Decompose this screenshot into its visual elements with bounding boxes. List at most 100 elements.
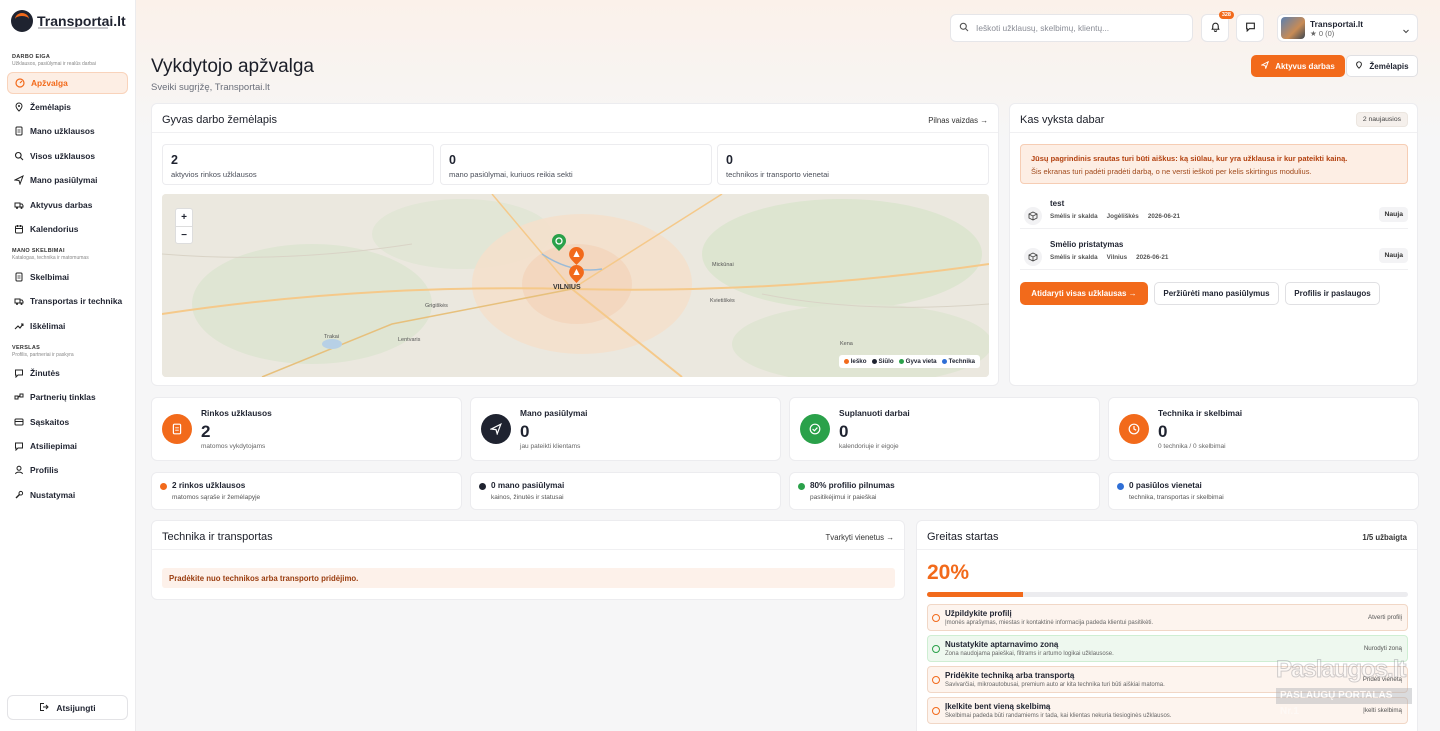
- profile-services-button[interactable]: Profilis ir paslaugos: [1285, 282, 1380, 305]
- sidebar-item-label: Žemėlapis: [30, 102, 71, 112]
- logout-label: Atsijungti: [56, 702, 96, 713]
- sidebar-item-transportas[interactable]: Transportas ir technika: [7, 290, 128, 312]
- sidebar-item-label: Profilis: [30, 465, 59, 475]
- info-alert: Jūsų pagrindinis srautas turi būti aišku…: [1020, 144, 1408, 184]
- active-work-label: Aktyvus darbas: [1275, 61, 1335, 71]
- section-subtitle: Profilis, partneriai ir paskyra: [12, 352, 74, 358]
- mini-title: 2 rinkos užklausos: [172, 481, 246, 490]
- task-action[interactable]: Nurodyti zoną: [1364, 645, 1402, 652]
- section-subtitle: Užklausos, pasiūlymai ir realūs darbai: [12, 61, 96, 67]
- kpi-title: Rinkos užklausos: [201, 408, 272, 418]
- task-title: Užpildykite profilį: [945, 609, 1012, 618]
- watermark-logo: Paslaugos.lt PASLAUGŲ PORTALAS Nr.1: [1276, 656, 1412, 717]
- empty-state: Pradėkite nuo technikos arba transporto …: [162, 568, 895, 588]
- request-place: Vilnius: [1106, 254, 1128, 261]
- task-title: Nustatykite aptarnavimo zoną: [945, 640, 1059, 649]
- bell-icon: [1210, 21, 1221, 35]
- check-circle-icon: [932, 614, 940, 622]
- sidebar-item-profilis[interactable]: Profilis: [7, 459, 128, 481]
- manage-units-link[interactable]: Tvarkyti vienetus →: [826, 533, 894, 542]
- legend-item: Ieško: [843, 358, 867, 365]
- sidebar-item-saskaitos[interactable]: Sąskaitos: [7, 411, 128, 433]
- sidebar-item-aktyvus-darbas[interactable]: Aktyvus darbas: [7, 194, 128, 216]
- request-date: 2026-06-21: [1147, 213, 1181, 220]
- messages-button[interactable]: [1236, 14, 1264, 42]
- task-item[interactable]: Užpildykite profilį Įmonės aprašymas, mi…: [927, 604, 1408, 631]
- progress-bar-fill: [927, 592, 1024, 597]
- kpi-card: Technika ir skelbimai 0 0 technika / 0 s…: [1108, 397, 1419, 461]
- task-subtitle: Įmonės aprašymas, miestas ir kontaktinė …: [945, 620, 1154, 626]
- mini-subtitle: pasitikėjimui ir paieškai: [810, 494, 877, 501]
- task-action[interactable]: Atverti profilį: [1368, 614, 1402, 621]
- request-row[interactable]: test Smėlis ir skalda Jogėliškės 2026-06…: [1020, 199, 1408, 229]
- card-title: Technika ir transportas: [162, 531, 273, 543]
- sidebar-item-skelbimai[interactable]: Skelbimai: [7, 266, 128, 288]
- task-title: Pridėkite techniką arba transportą: [945, 671, 1075, 680]
- sidebar-item-label: Visos užklausos: [30, 151, 96, 161]
- sidebar-item-kalendorius[interactable]: Kalendorius: [7, 218, 128, 240]
- request-title: Smėlio pristatymas: [1050, 240, 1124, 249]
- zoom-control: + −: [175, 208, 193, 244]
- wrench-icon: [14, 490, 24, 500]
- request-row[interactable]: Smėlio pristatymas Smėlis ir skalda Viln…: [1020, 240, 1408, 270]
- notifications-button[interactable]: 328: [1201, 11, 1234, 42]
- map-place-label: Kvietiškės: [710, 298, 735, 304]
- progress-percent: 20%: [927, 561, 970, 584]
- stat-value: 0: [726, 153, 733, 167]
- status-badge: Nauja: [1379, 207, 1408, 222]
- full-view-link[interactable]: Pilnas vaizdas →: [928, 116, 988, 125]
- map-button[interactable]: Žemėlapis: [1346, 55, 1418, 77]
- status-dot: [160, 483, 167, 490]
- request-date: 2026-06-21: [1136, 254, 1169, 261]
- request-category: Smėlis ir skalda: [1050, 254, 1098, 261]
- kpi-title: Technika ir skelbimai: [1158, 408, 1243, 418]
- sidebar-item-iskelimai[interactable]: Iškėlimai: [7, 315, 128, 337]
- status-dot: [798, 483, 805, 490]
- zoom-out-button[interactable]: −: [176, 226, 192, 244]
- open-all-requests-button[interactable]: Atidaryti visas užklausas →: [1020, 282, 1148, 305]
- map-place-label: Trakai: [324, 334, 340, 340]
- sidebar-item-zemelapis[interactable]: Žemėlapis: [7, 96, 128, 118]
- card-title: Gyvas darbo žemėlapis: [162, 114, 277, 126]
- map-place-label: Kena: [840, 341, 853, 347]
- truck-icon: [14, 200, 24, 210]
- active-work-button[interactable]: Aktyvus darbas: [1251, 55, 1345, 77]
- map-label: Žemėlapis: [1369, 61, 1409, 71]
- check-circle-icon: [932, 676, 940, 684]
- watermark-subtitle: PASLAUGŲ PORTALAS Nr.1: [1276, 688, 1412, 717]
- zoom-in-button[interactable]: +: [176, 209, 192, 226]
- kpi-value: 0: [1158, 422, 1168, 441]
- logo-text: Transportai.lt: [37, 13, 126, 29]
- sidebar-item-nustatymai[interactable]: Nustatymai: [7, 484, 128, 506]
- page-title: Vykdytojo apžvalga: [151, 56, 315, 77]
- sidebar-item-atsiliepimai[interactable]: Atsiliepimai: [7, 435, 128, 457]
- search-input[interactable]: Ieškoti užklausų, skelbimų, klientų...: [950, 14, 1193, 42]
- sidebar-item-mano-uzklausos[interactable]: Mano užklausos: [7, 120, 128, 142]
- kpi-subtitle: jau pateikti klientams: [520, 443, 581, 450]
- network-icon: [14, 392, 24, 402]
- star-icon: ★: [1310, 28, 1317, 38]
- kpi-card: Suplanuoti darbai 0 kalendoriuje ir eigo…: [789, 397, 1100, 461]
- profile-menu[interactable]: Transportai.lt ★ 0 (0): [1277, 14, 1418, 42]
- sidebar-item-mano-pasiulymai[interactable]: Mano pasiūlymai: [7, 169, 128, 191]
- kpi-subtitle: 0 technika / 0 skelbimai: [1158, 443, 1226, 450]
- user-icon: [14, 465, 24, 475]
- main-content: Ieškoti užklausų, skelbimų, klientų... 3…: [136, 0, 1440, 731]
- kpi-title: Mano pasiūlymai: [520, 408, 588, 418]
- section-title: DARBO EIGA: [12, 54, 51, 60]
- map-view[interactable]: + − VILNIUS Mickūnai Kvietiškės Grigiškė…: [162, 194, 989, 377]
- view-offers-button[interactable]: Peržiūrėti mano pasiūlymus: [1154, 282, 1279, 305]
- kpi-value: 0: [839, 422, 849, 441]
- sidebar-item-visos-uzklausos[interactable]: Visos užklausos: [7, 145, 128, 167]
- logout-button[interactable]: Atsijungti: [7, 695, 128, 720]
- sidebar-item-zinutes[interactable]: Žinutės: [7, 362, 128, 384]
- sidebar-item-partneriu-tinklas[interactable]: Partnerių tinklas: [7, 386, 128, 408]
- kpi-subtitle: matomos vykdytojams: [201, 443, 266, 450]
- sidebar-item-apzvalga[interactable]: Apžvalga: [7, 72, 128, 94]
- task-action[interactable]: Įkelti skelbimą: [1363, 707, 1402, 714]
- calendar-icon: [14, 224, 24, 234]
- map-pin-icon: [14, 102, 24, 112]
- legend-item: Technika: [941, 358, 975, 365]
- mini-subtitle: matomos sąraše ir žemėlapyje: [172, 494, 261, 501]
- status-dot: [479, 483, 486, 490]
